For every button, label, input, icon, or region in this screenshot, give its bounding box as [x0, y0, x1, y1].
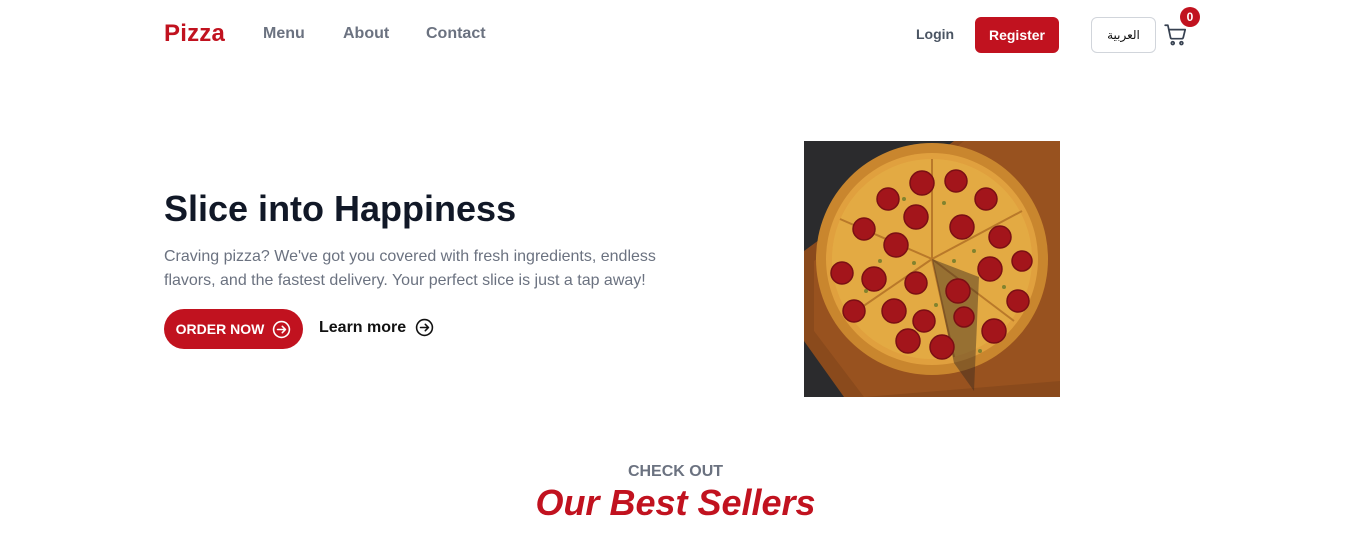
site-header: Pizza Menu About Contact Login Register …	[0, 0, 1351, 70]
nav-about-link[interactable]: About	[343, 25, 389, 43]
learn-more-label: Learn more	[319, 318, 407, 336]
learn-more-link[interactable]: Learn more	[319, 318, 434, 337]
best-sellers-title: Our Best Sellers	[535, 482, 816, 523]
order-now-label: ORDER NOW	[175, 321, 265, 337]
site-logo[interactable]: Pizza	[164, 20, 225, 48]
nav-menu-link[interactable]: Menu	[263, 25, 305, 43]
cart-count-badge: 0	[1180, 7, 1200, 27]
arrow-right-circle-icon	[415, 318, 434, 337]
register-button[interactable]: Register	[975, 17, 1059, 53]
hero-description: Craving pizza? We've got you covered wit…	[164, 248, 656, 289]
arrow-right-circle-icon	[273, 320, 291, 338]
hero-pizza-image	[804, 141, 1060, 397]
language-switch-button[interactable]: العربية	[1091, 17, 1156, 53]
order-now-button[interactable]: ORDER NOW	[164, 309, 303, 349]
nav-contact-link[interactable]: Contact	[426, 25, 486, 43]
best-sellers-kicker: CHECK OUT	[627, 463, 724, 480]
login-link[interactable]: Login	[916, 26, 954, 42]
hero-title: Slice into Happiness	[164, 188, 517, 229]
